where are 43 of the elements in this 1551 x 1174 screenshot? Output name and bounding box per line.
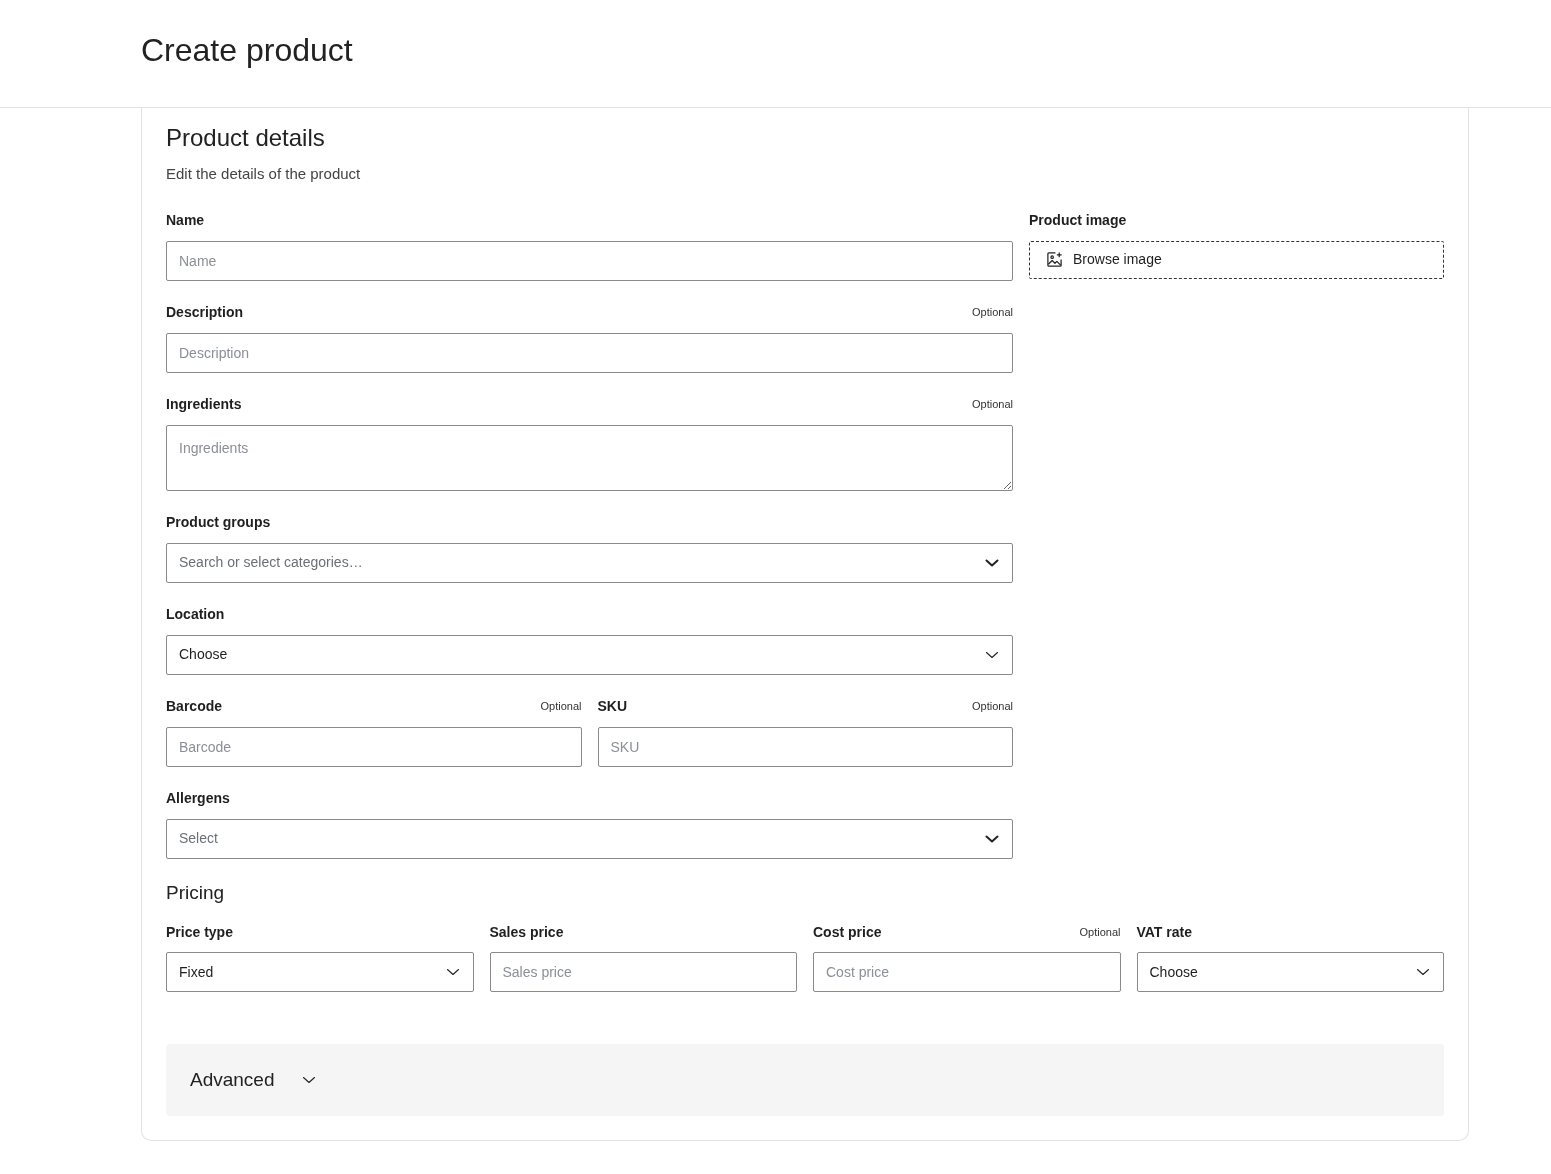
- field-label: Name: [166, 211, 205, 230]
- text-area[interactable]: Ingredients: [166, 424, 1013, 491]
- pricing-heading: Pricing: [166, 880, 226, 905]
- text-field[interactable]: Barcode: [166, 726, 582, 767]
- advanced-label: Advanced: [190, 1067, 275, 1092]
- dropdown-field[interactable]: Choose: [1136, 952, 1444, 992]
- section-title: Product details: [166, 123, 326, 153]
- optional-label: Optional: [972, 305, 1013, 321]
- text-field[interactable]: Cost price: [813, 952, 1121, 992]
- image-add-icon: [1046, 251, 1063, 268]
- field-label: VAT rate: [1136, 922, 1192, 942]
- text-field[interactable]: SKU: [597, 726, 1013, 767]
- optional-label: Optional: [1079, 924, 1121, 940]
- field-label: Product image: [1029, 211, 1127, 230]
- field-label: Sales price: [489, 922, 564, 942]
- browse-image-button[interactable]: Browse image: [1029, 240, 1444, 279]
- optional-label: Optional: [972, 397, 1013, 413]
- search-combobox[interactable]: Select: [166, 818, 1013, 859]
- optional-label: Optional: [540, 699, 582, 715]
- combobox-placeholder: Search or select categories…: [179, 553, 363, 572]
- dropdown-field[interactable]: Choose: [166, 634, 1013, 675]
- dropdown-value: Choose: [179, 645, 228, 664]
- text-field[interactable]: Sales price: [489, 952, 797, 992]
- dropdown-field[interactable]: Fixed: [166, 952, 474, 992]
- field-label: SKU: [597, 697, 628, 716]
- field-label: Ingredients: [166, 395, 242, 414]
- section-subtitle: Edit the details of the product: [166, 164, 362, 184]
- field-label: Product groups: [166, 513, 271, 532]
- combobox-placeholder: Select: [179, 829, 218, 848]
- field-label: Cost price: [813, 922, 882, 942]
- text-field[interactable]: Description: [166, 332, 1013, 373]
- field-label: Description: [166, 303, 243, 322]
- field-label: Allergens: [166, 789, 230, 808]
- field-label: Price type: [166, 922, 233, 942]
- field-label: Location: [166, 605, 225, 624]
- optional-label: Optional: [972, 699, 1013, 715]
- page-title: Create product: [141, 30, 353, 70]
- field-label: Barcode: [166, 697, 223, 716]
- dropdown-value: Choose: [1149, 962, 1198, 982]
- search-combobox[interactable]: Search or select categories…: [166, 542, 1013, 583]
- text-field[interactable]: Name: [166, 240, 1013, 281]
- dropdown-value: Fixed: [179, 962, 214, 982]
- advanced-section[interactable]: Advanced: [166, 1044, 1444, 1116]
